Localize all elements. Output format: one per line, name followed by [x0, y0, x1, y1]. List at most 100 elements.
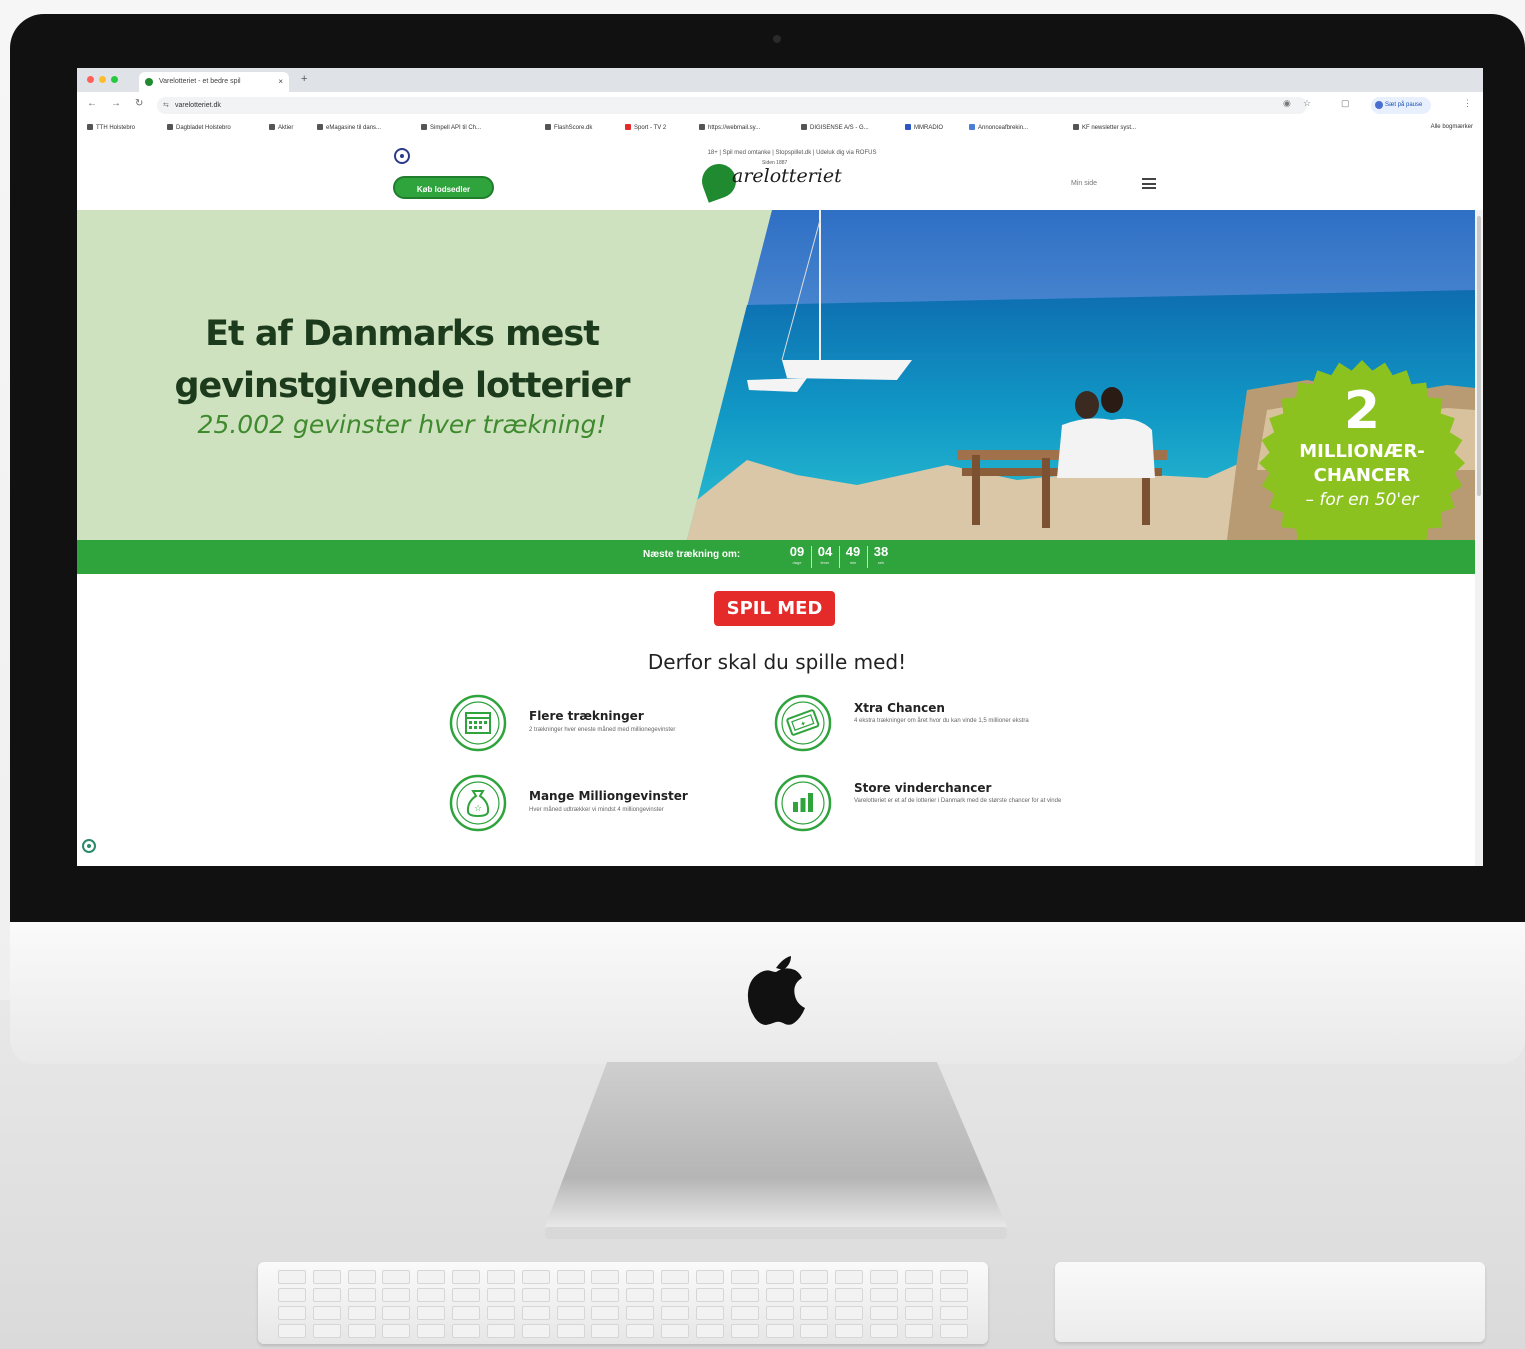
- hero-title: Et af Danmarks mest gevinstgivende lotte…: [174, 314, 630, 406]
- bookmark-item[interactable]: MMRADIO: [905, 124, 943, 131]
- badge-text: 2 MILLIONÆR- CHANCER – for en 50'er: [1257, 382, 1467, 512]
- bookmark-favicon-icon: [545, 124, 551, 130]
- forward-icon[interactable]: →: [111, 98, 121, 109]
- browser-menu-icon[interactable]: ⋮: [1463, 98, 1472, 109]
- tab-title: Varelotteriet - et bedre spil: [159, 78, 241, 85]
- section-heading: Derfor skal du spille med!: [647, 650, 907, 674]
- bookmark-favicon-icon: [625, 124, 631, 130]
- bookmark-favicon-icon: [317, 124, 323, 130]
- address-toolbar: ← → ↻ ⇆ varelotteriet.dk ◉ ☆ ▢ Sæt på pa…: [77, 92, 1483, 119]
- bookmark-item[interactable]: Simpell API til Ch...: [421, 124, 481, 131]
- feature-big-winning-chances: Store vinderchancer Varelotteriet er et …: [774, 774, 1104, 838]
- bookmark-star-icon[interactable]: ☆: [1303, 98, 1311, 109]
- site-info-icon[interactable]: ⇆: [163, 97, 169, 114]
- feature-title: Mange Milliongevinster: [529, 789, 688, 803]
- profile-button[interactable]: Sæt på pause: [1371, 97, 1431, 114]
- favicon-icon: [145, 78, 153, 86]
- site-header: 18+ | Spil med omtanke | Stopspillet.dk …: [77, 138, 1483, 210]
- monitor-stand: [545, 1062, 1007, 1239]
- play-now-button[interactable]: SPIL MED: [714, 591, 835, 626]
- feature-many-million-prizes: ☆ Mange Milliongevinster Hver måned udtr…: [449, 774, 779, 838]
- feature-xtra-chancen: ✦ Xtra Chancen 4 ekstra trækninger om år…: [774, 694, 1104, 758]
- badge-line-3: – for en 50'er: [1305, 490, 1419, 510]
- back-icon[interactable]: ←: [87, 98, 97, 109]
- hamburger-menu-icon[interactable]: [1142, 178, 1156, 189]
- feature-description: Hver måned udtrækker vi mindst 4 million…: [529, 807, 664, 813]
- extensions-icon[interactable]: ▢: [1341, 98, 1350, 109]
- bookmark-item[interactable]: https://webmail.sy...: [699, 124, 760, 131]
- monitor-screen: Varelotteriet - et bedre spil × + ← → ↻ …: [77, 68, 1483, 866]
- minimize-window-button[interactable]: [99, 76, 106, 83]
- bookmark-item[interactable]: DIGISENSE A/S - G...: [801, 124, 869, 131]
- countdown-divider: [867, 546, 868, 568]
- url-field[interactable]: ⇆ varelotteriet.dk: [157, 97, 1307, 114]
- responsible-gaming-notice: 18+ | Spil med omtanke | Stopspillet.dk …: [707, 150, 877, 156]
- bookmark-favicon-icon: [269, 124, 275, 130]
- cookie-settings-icon[interactable]: [81, 838, 97, 854]
- trackpad: [1055, 1262, 1485, 1342]
- bookmark-item[interactable]: FlashScore.dk: [545, 124, 592, 131]
- bookmark-favicon-icon: [969, 124, 975, 130]
- countdown-hours: 04 timer: [817, 544, 833, 565]
- countdown-bar: Næste trækning om: 09 dage 04 timer 49 min …: [77, 540, 1475, 574]
- varelotteriet-logo[interactable]: Siden 1887 arelotteriet: [697, 159, 862, 204]
- accessibility-icon[interactable]: [394, 148, 410, 164]
- bookmark-item[interactable]: KF newsletter syst...: [1073, 124, 1136, 131]
- feature-description: Varelotteriet er et af de lotterier i Da…: [854, 798, 1062, 804]
- bookmark-item[interactable]: Annonceafbrekin...: [969, 124, 1028, 131]
- svg-text:✦: ✦: [799, 719, 807, 729]
- countdown-seconds: 38 sek: [873, 544, 889, 565]
- camera: [773, 35, 781, 43]
- bookmark-item[interactable]: TTH Holstebro: [87, 124, 135, 131]
- apple-logo-icon: [747, 956, 805, 1025]
- svg-text:☆: ☆: [474, 804, 482, 814]
- buy-tickets-button[interactable]: Køb lodsedler: [393, 176, 494, 199]
- new-tab-button[interactable]: +: [301, 73, 307, 85]
- ticket-icon: ✦: [774, 694, 832, 752]
- bookmark-favicon-icon: [699, 124, 705, 130]
- bookmark-favicon-icon: [421, 124, 427, 130]
- feature-description: 4 ekstra trækninger om året hvor du kan …: [854, 718, 1029, 724]
- feature-title: Xtra Chancen: [854, 701, 945, 715]
- feature-more-draws: Flere trækninger 2 trækninger hver enest…: [449, 694, 779, 758]
- url-text: varelotteriet.dk: [175, 102, 221, 109]
- feature-title: Flere trækninger: [529, 709, 644, 723]
- maximize-window-button[interactable]: [111, 76, 118, 83]
- money-bag-icon: ☆: [449, 774, 507, 832]
- bookmark-item[interactable]: Dagbladet Holstebro: [167, 124, 231, 131]
- countdown-divider: [811, 546, 812, 568]
- countdown-label: Næste trækning om:: [643, 549, 741, 560]
- calendar-icon: [449, 694, 507, 752]
- countdown-days: 09 dage: [789, 544, 805, 565]
- countdown-minutes: 49 min: [845, 544, 861, 565]
- bar-chart-icon: [774, 774, 832, 832]
- keyboard: [258, 1262, 988, 1344]
- browser-tab[interactable]: Varelotteriet - et bedre spil ×: [139, 72, 289, 92]
- bookmark-favicon-icon: [905, 124, 911, 130]
- bookmark-item[interactable]: Sport - TV 2: [625, 124, 666, 131]
- bookmark-favicon-icon: [87, 124, 93, 130]
- my-page-link[interactable]: Min side: [1071, 180, 1097, 187]
- feature-description: 2 trækninger hver eneste måned med milli…: [529, 727, 676, 733]
- bookmark-item[interactable]: Aktier: [269, 124, 293, 131]
- bookmark-favicon-icon: [801, 124, 807, 130]
- hero-subtitle: 25.002 gevinster hver trækning!: [197, 410, 607, 439]
- browser-tab-bar: Varelotteriet - et bedre spil × +: [77, 68, 1483, 92]
- hero-banner: Et af Danmarks mest gevinstgivende lotte…: [77, 210, 1475, 540]
- bookmark-item[interactable]: eMagasine til dans...: [317, 124, 381, 131]
- logo-text: arelotteriet: [732, 165, 842, 187]
- scrollbar-thumb[interactable]: [1477, 216, 1481, 496]
- tab-close-icon[interactable]: ×: [278, 72, 283, 92]
- close-window-button[interactable]: [87, 76, 94, 83]
- badge-number: 2: [1343, 381, 1381, 441]
- feature-title: Store vinderchancer: [854, 781, 992, 795]
- badge-line-1: MILLIONÆR-: [1299, 441, 1425, 462]
- bookmarks-bar: TTH Holstebro Dagbladet Holstebro Aktier…: [77, 118, 1483, 139]
- countdown-divider: [839, 546, 840, 568]
- eye-off-icon[interactable]: ◉: [1283, 98, 1291, 109]
- badge-line-2: CHANCER: [1313, 465, 1411, 486]
- bookmark-favicon-icon: [167, 124, 173, 130]
- reload-icon[interactable]: ↻: [135, 98, 143, 109]
- all-bookmarks-button[interactable]: Alle bogmærker: [1431, 124, 1473, 130]
- bookmark-favicon-icon: [1073, 124, 1079, 130]
